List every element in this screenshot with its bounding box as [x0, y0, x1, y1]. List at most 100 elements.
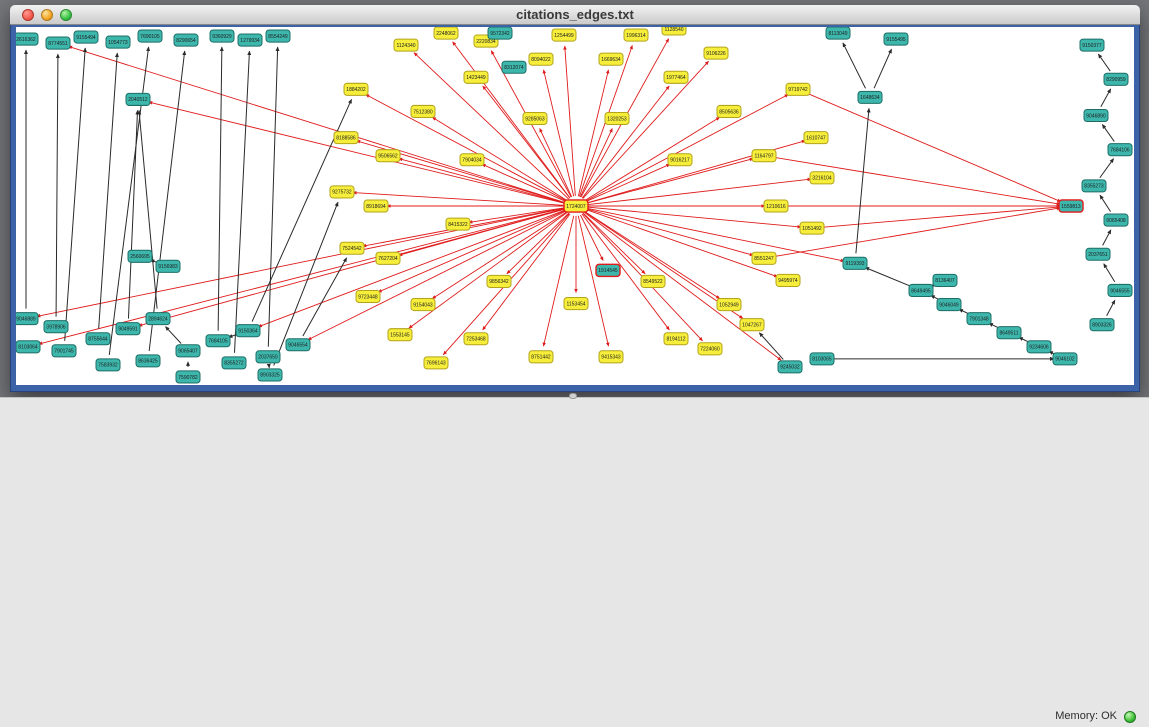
- graph-node[interactable]: 7684106: [1108, 144, 1132, 156]
- graph-node[interactable]: 9285063: [523, 112, 547, 124]
- graph-node[interactable]: 9046890: [1084, 109, 1108, 121]
- graph-node[interactable]: 7901745: [52, 345, 76, 357]
- graph-node[interactable]: 8136407: [933, 274, 957, 286]
- graph-node[interactable]: 1648634: [858, 91, 882, 103]
- graph-node[interactable]: 8103065: [810, 353, 834, 365]
- graph-node[interactable]: 7524542: [340, 242, 364, 254]
- graph-node[interactable]: 9156983: [156, 260, 180, 272]
- graph-node[interactable]: 2037651: [1086, 248, 1110, 260]
- graph-node[interactable]: 9245032: [778, 361, 802, 373]
- graph-node[interactable]: 8755644: [86, 333, 110, 345]
- graph-node[interactable]: 7512380: [411, 105, 435, 117]
- graph-node[interactable]: 1724007: [564, 200, 588, 212]
- graph-node[interactable]: 9065408: [1104, 214, 1128, 226]
- graph-node[interactable]: 9046049: [937, 299, 961, 311]
- graph-node[interactable]: 9046555: [1108, 284, 1132, 296]
- graph-node[interactable]: 9234606: [1027, 341, 1051, 353]
- graph-node[interactable]: 2894624: [146, 313, 170, 325]
- graph-node[interactable]: 9065407: [176, 345, 200, 357]
- graph-node[interactable]: 2037650: [256, 351, 280, 363]
- graph-node[interactable]: 1559813: [1059, 200, 1083, 212]
- graph-node[interactable]: 7583932: [96, 359, 120, 371]
- graph-node[interactable]: 7684105: [206, 335, 230, 347]
- graph-node[interactable]: 2248062: [434, 27, 458, 39]
- graph-node[interactable]: 7696143: [424, 357, 448, 369]
- graph-node[interactable]: 9572342: [488, 27, 512, 39]
- graph-node[interactable]: 8505636: [717, 105, 741, 117]
- graph-node[interactable]: 7627204: [376, 252, 400, 264]
- graph-node[interactable]: 9719742: [786, 83, 810, 95]
- graph-node[interactable]: 1128540: [662, 27, 686, 35]
- graph-node[interactable]: 9046554: [286, 339, 310, 351]
- graph-node[interactable]: 1320253: [605, 112, 629, 124]
- graph-node[interactable]: 9495974: [776, 274, 800, 286]
- graph-node[interactable]: 9016217: [668, 154, 692, 166]
- splitter-handle[interactable]: [569, 393, 577, 399]
- graph-node[interactable]: 8649511: [997, 327, 1021, 339]
- graph-node[interactable]: 1610747: [804, 132, 828, 144]
- graph-node[interactable]: 1553145: [388, 329, 412, 341]
- graph-node[interactable]: 1047267: [740, 319, 764, 331]
- graph-node[interactable]: 3978906: [44, 321, 68, 333]
- network-canvas[interactable]: 2616362 8774551 9155494 1054773 7690105 82906…: [16, 27, 1134, 385]
- graph-node[interactable]: 8549522: [641, 275, 665, 287]
- graph-node[interactable]: 9506562: [376, 150, 400, 162]
- graph-node[interactable]: 8415322: [446, 218, 470, 230]
- graph-node[interactable]: 8774551: [46, 37, 70, 49]
- graph-node[interactable]: 1052949: [717, 299, 741, 311]
- graph-node[interactable]: 1279934: [238, 34, 262, 46]
- graph-node[interactable]: 9155495: [884, 33, 908, 45]
- graph-node[interactable]: 9154043: [411, 299, 435, 311]
- graph-node[interactable]: 1977464: [664, 71, 688, 83]
- graph-node[interactable]: 1423449: [464, 71, 488, 83]
- graph-node[interactable]: 9275732: [330, 186, 354, 198]
- graph-node[interactable]: 9415343: [599, 351, 623, 363]
- graph-node[interactable]: 1054773: [106, 36, 130, 48]
- graph-node[interactable]: 9046889: [16, 313, 38, 325]
- graph-node[interactable]: 8551247: [752, 252, 776, 264]
- graph-node[interactable]: 7224060: [698, 343, 722, 355]
- graph-node[interactable]: 7901348: [967, 313, 991, 325]
- graph-node[interactable]: 1254499: [552, 29, 576, 41]
- graph-node[interactable]: 7690105: [138, 30, 162, 42]
- graph-node[interactable]: 1884202: [344, 83, 368, 95]
- graph-node[interactable]: 9360929: [210, 30, 234, 42]
- graph-node[interactable]: 2040512: [126, 93, 150, 105]
- graph-node[interactable]: 1164797: [752, 150, 776, 162]
- graph-node[interactable]: 9049591: [116, 323, 140, 335]
- graph-node[interactable]: 9150377: [1080, 39, 1104, 51]
- graph-node[interactable]: 9106226: [704, 47, 728, 59]
- graph-node[interactable]: 7590782: [176, 371, 200, 383]
- graph-node[interactable]: 8194112: [664, 333, 688, 345]
- graph-node[interactable]: 9119393: [843, 257, 867, 269]
- graph-node[interactable]: 8636425: [136, 355, 160, 367]
- graph-node[interactable]: 1914545: [596, 264, 620, 276]
- graph-node[interactable]: 7253468: [464, 333, 488, 345]
- graph-node[interactable]: 2560695: [128, 250, 152, 262]
- graph-node[interactable]: 1124340: [394, 39, 418, 51]
- graph-node[interactable]: 8903325: [258, 369, 282, 381]
- graph-node[interactable]: 9155494: [74, 31, 98, 43]
- graph-node[interactable]: 9046102: [1053, 353, 1077, 365]
- graph-node[interactable]: 9856342: [487, 275, 511, 287]
- graph-node[interactable]: 8094022: [529, 53, 553, 65]
- graph-node[interactable]: 8290959: [1104, 73, 1128, 85]
- graph-node[interactable]: 8103064: [16, 341, 40, 353]
- graph-node[interactable]: 8355273: [1082, 180, 1106, 192]
- graph-node[interactable]: 1996314: [624, 29, 648, 41]
- graph-node[interactable]: 8113049: [826, 27, 850, 39]
- graph-node[interactable]: 9150364: [236, 325, 260, 337]
- graph-node[interactable]: 3216104: [810, 172, 834, 184]
- graph-node[interactable]: 1669634: [599, 53, 623, 65]
- graph-node[interactable]: 8290654: [174, 34, 198, 46]
- graph-node[interactable]: 8918694: [364, 200, 388, 212]
- graph-node[interactable]: 8649495: [909, 284, 933, 296]
- graph-node[interactable]: 8355272: [222, 357, 246, 369]
- graph-node[interactable]: 8188586: [334, 132, 358, 144]
- window-titlebar[interactable]: citations_edges.txt: [10, 5, 1140, 25]
- graph-node[interactable]: 8554249: [266, 30, 290, 42]
- graph-node[interactable]: 2616362: [16, 33, 38, 45]
- graph-node[interactable]: 1051492: [800, 222, 824, 234]
- graph-node[interactable]: 1153454: [564, 298, 588, 310]
- graph-node[interactable]: 7904034: [460, 154, 484, 166]
